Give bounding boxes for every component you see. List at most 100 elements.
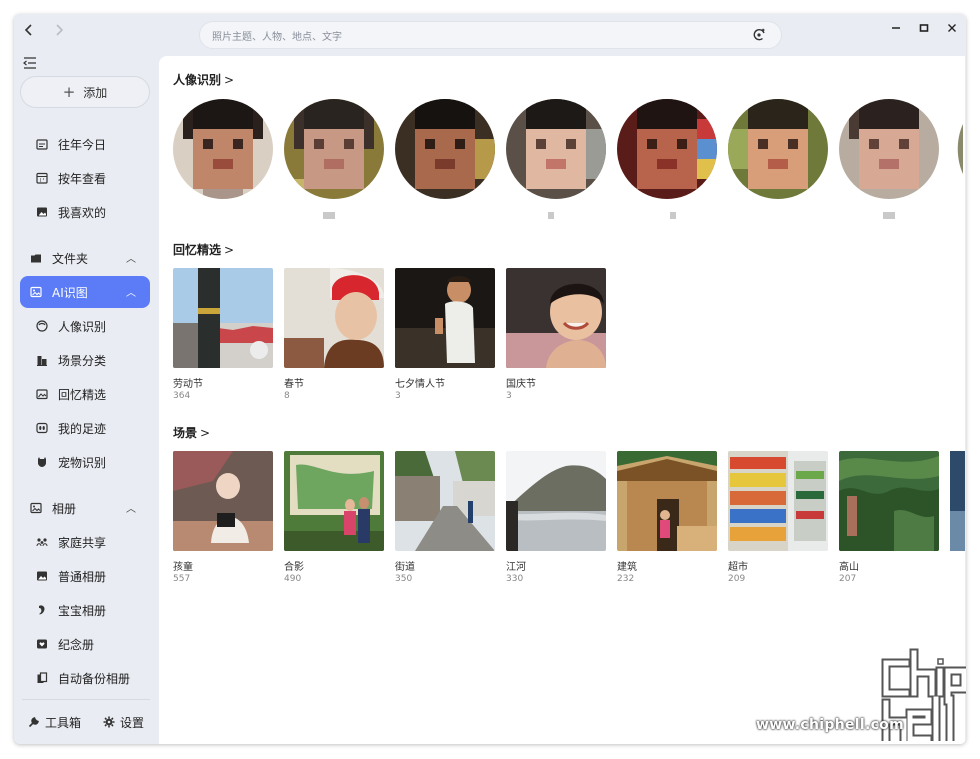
sidebar-item-label: 纪念册 bbox=[58, 638, 95, 652]
plus-icon: + bbox=[62, 83, 76, 101]
memory-card-thumbnail[interactable] bbox=[173, 268, 273, 368]
chevron-up-icon: ︿ bbox=[126, 288, 136, 299]
sidebar-group-folders[interactable]: 文件夹 ︿ bbox=[20, 242, 150, 274]
sidebar-item-family-share[interactable]: 家庭共享 bbox=[20, 526, 150, 558]
sidebar-item-memorial[interactable]: 纪念册 bbox=[20, 628, 150, 660]
scene-icon bbox=[37, 356, 47, 366]
sidebar-item-label: 往年今日 bbox=[58, 138, 107, 152]
scene-card-thumbnail-partial[interactable] bbox=[950, 451, 965, 551]
sidebar-item-auto-backup[interactable]: 自动备份相册 bbox=[20, 662, 150, 694]
sidebar-group-label: 文件夹 bbox=[52, 252, 89, 266]
baby-icon bbox=[39, 605, 45, 615]
sidebar-item-label: 回忆精选 bbox=[58, 388, 107, 402]
footprint-icon bbox=[36, 422, 48, 434]
scene-card-title: 街道 bbox=[395, 562, 415, 573]
titlebar: 照片主题、人物、地点、文字 bbox=[14, 14, 966, 56]
face-thumbnail[interactable] bbox=[506, 99, 606, 199]
family-icon bbox=[36, 538, 48, 547]
sidebar-item-faces[interactable]: 人像识别 bbox=[20, 310, 150, 342]
scenes-section-title[interactable]: 场景 > bbox=[173, 424, 210, 441]
scene-card-thumbnail[interactable] bbox=[395, 451, 495, 551]
face-thumbnail[interactable] bbox=[284, 99, 384, 199]
wrench-icon bbox=[28, 717, 39, 728]
scene-card-thumbnail[interactable] bbox=[284, 451, 384, 551]
minimize-icon bbox=[892, 27, 900, 29]
memory-card-thumbnail[interactable] bbox=[506, 268, 606, 368]
sidebar-item-on-this-day[interactable]: 往年今日 bbox=[20, 128, 150, 160]
sidebar-item-label: 人像识别 bbox=[58, 320, 107, 334]
folder-icon bbox=[31, 254, 41, 263]
add-button[interactable]: + 添加 bbox=[20, 76, 150, 108]
scene-card-thumbnail[interactable] bbox=[839, 451, 939, 551]
sidebar-item-label: 我的足迹 bbox=[58, 422, 107, 436]
sidebar-item-pets[interactable]: 宠物识别 bbox=[20, 446, 150, 478]
scene-card-thumbnail[interactable] bbox=[728, 451, 828, 551]
scene-card-title: 江河 bbox=[506, 562, 526, 573]
ai-image-icon bbox=[30, 286, 42, 298]
watermark-url: www.chiphell.com bbox=[756, 717, 904, 733]
forward-button[interactable] bbox=[48, 20, 70, 42]
face-thumbnail[interactable] bbox=[728, 99, 828, 199]
chevron-right-icon: > bbox=[224, 243, 235, 257]
scene-card-count: 207 bbox=[839, 574, 857, 584]
sidebar-item-memories[interactable]: 回忆精选 bbox=[20, 378, 150, 410]
chevron-right-icon: > bbox=[200, 426, 211, 440]
scene-card-title: 建筑 bbox=[617, 562, 637, 573]
visual-search-icon[interactable] bbox=[751, 27, 767, 43]
settings-label: 设置 bbox=[120, 716, 145, 730]
scene-card-title: 孩童 bbox=[173, 562, 193, 573]
face-thumbnail[interactable] bbox=[617, 99, 717, 199]
sidebar-item-baby-album[interactable]: 宝宝相册 bbox=[20, 594, 150, 626]
face-thumbnail-partial[interactable] bbox=[950, 99, 965, 199]
face-thumbnail[interactable] bbox=[839, 99, 939, 199]
memory-card-thumbnail[interactable] bbox=[284, 268, 384, 368]
add-label: 添加 bbox=[83, 86, 108, 100]
chevron-right-icon: > bbox=[224, 73, 235, 87]
back-button[interactable] bbox=[18, 20, 40, 42]
memory-card-thumbnail[interactable] bbox=[395, 268, 495, 368]
sidebar-item-footprints[interactable]: 我的足迹 bbox=[20, 412, 150, 444]
close-button[interactable] bbox=[942, 20, 962, 40]
faces-title-text: 人像识别 bbox=[173, 73, 222, 87]
sidebar-item-normal-album[interactable]: 普通相册 bbox=[20, 560, 150, 592]
sidebar-group-ai[interactable]: AI识图 ︿ bbox=[20, 276, 150, 308]
scene-card-thumbnail[interactable] bbox=[617, 451, 717, 551]
face-thumbnail[interactable] bbox=[173, 99, 273, 199]
scene-card-count: 330 bbox=[506, 574, 524, 584]
sidebar-group-label: AI识图 bbox=[52, 286, 88, 300]
sidebar-item-label: 普通相册 bbox=[58, 570, 107, 584]
settings-button[interactable]: 设置 bbox=[103, 714, 144, 731]
face-name-placeholder bbox=[883, 212, 895, 219]
toolbox-button[interactable]: 工具箱 bbox=[28, 714, 81, 731]
sidebar-item-label: 我喜欢的 bbox=[58, 206, 107, 220]
scene-card-count: 232 bbox=[617, 574, 635, 584]
memories-section-title[interactable]: 回忆精选 > bbox=[173, 241, 234, 258]
memory-card-count: 3 bbox=[506, 391, 512, 401]
collapse-sidebar-icon[interactable] bbox=[22, 56, 38, 70]
scenes-title-text: 场景 bbox=[173, 426, 198, 440]
sidebar-item-by-year[interactable]: 按年查看 bbox=[20, 162, 150, 194]
memory-card-title: 劳动节 bbox=[173, 379, 203, 390]
search-placeholder: 照片主题、人物、地点、文字 bbox=[212, 32, 342, 43]
scene-card-count: 490 bbox=[284, 574, 302, 584]
close-icon bbox=[948, 24, 956, 32]
scene-card-thumbnail[interactable] bbox=[506, 451, 606, 551]
sidebar-item-scenes[interactable]: 场景分类 bbox=[20, 344, 150, 376]
memory-card-count: 8 bbox=[284, 391, 290, 401]
sidebar-item-favorites[interactable]: 我喜欢的 bbox=[20, 196, 150, 228]
chevron-up-icon: ︿ bbox=[126, 504, 136, 515]
calendar-icon bbox=[36, 139, 48, 150]
memory-card-title: 七夕情人节 bbox=[395, 379, 445, 390]
sidebar-item-label: 自动备份相册 bbox=[58, 672, 131, 686]
scene-card-thumbnail[interactable] bbox=[173, 451, 273, 551]
search-box[interactable]: 照片主题、人物、地点、文字 bbox=[199, 21, 782, 49]
faces-section-title[interactable]: 人像识别 > bbox=[173, 71, 234, 88]
maximize-button[interactable] bbox=[914, 20, 934, 40]
minimize-button[interactable] bbox=[886, 20, 906, 40]
calendar-grid-icon bbox=[36, 172, 48, 184]
memory-card-title: 国庆节 bbox=[506, 379, 536, 390]
face-thumbnail[interactable] bbox=[395, 99, 495, 199]
memorial-icon bbox=[37, 639, 47, 649]
sidebar-group-albums[interactable]: 相册 ︿ bbox=[20, 492, 150, 524]
sidebar-group-label: 相册 bbox=[52, 502, 77, 516]
